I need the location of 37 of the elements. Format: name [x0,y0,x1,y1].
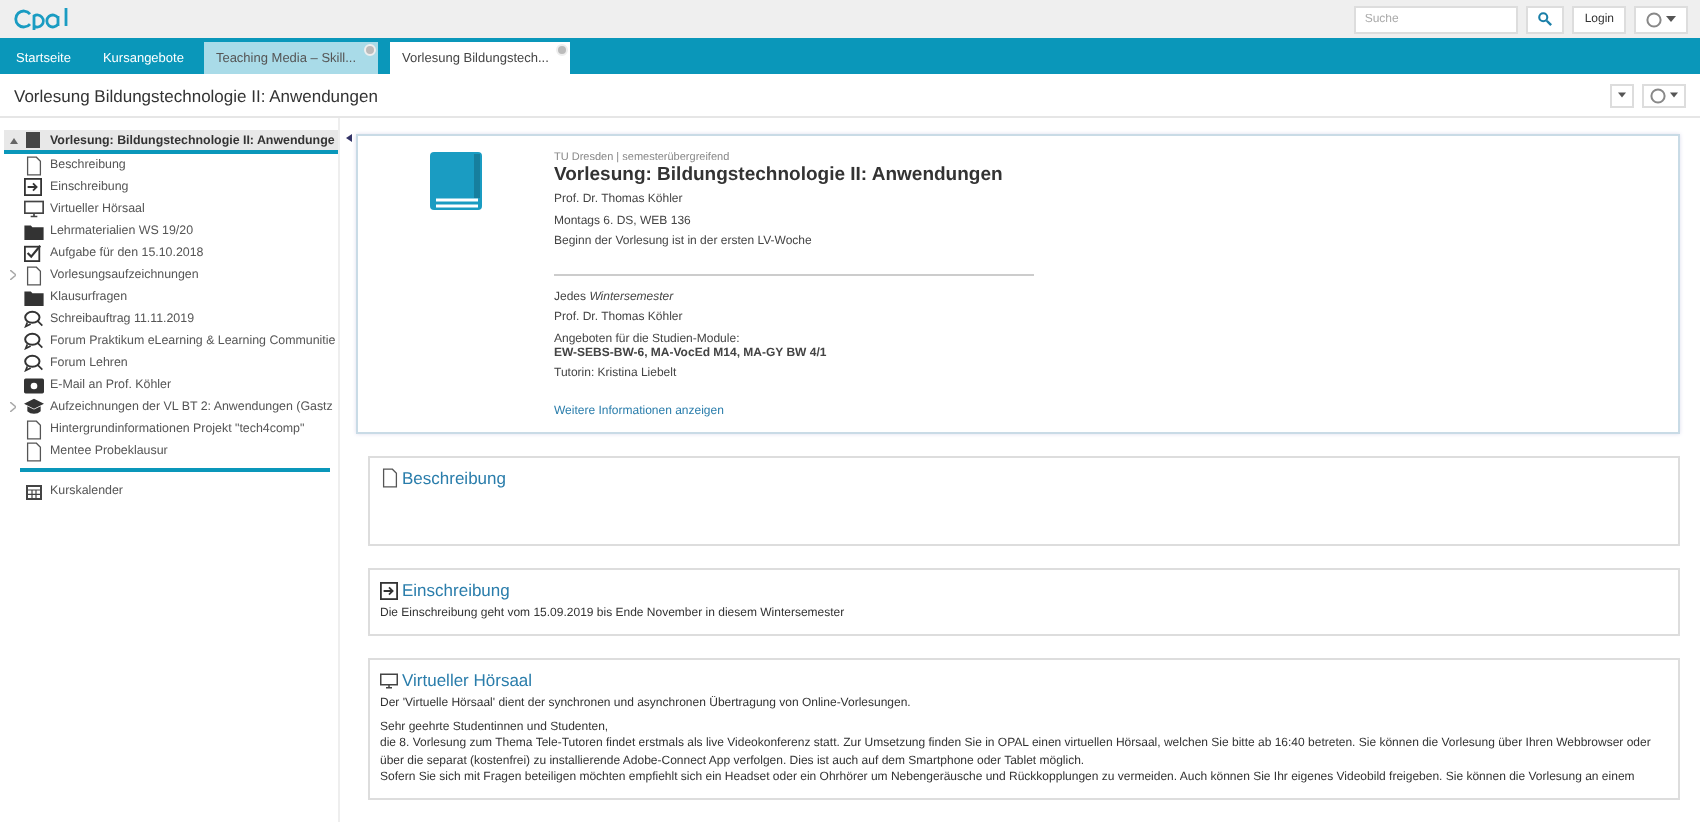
folder-icon [22,289,44,305]
help-icon [1650,87,1666,103]
calendar-icon [22,483,44,499]
section-title-link[interactable]: Virtueller Hörsaal [402,670,533,691]
help-icon [1646,11,1662,27]
monitor-icon [22,200,44,218]
checkbox-icon [22,244,44,262]
enter-icon [380,581,398,599]
search-icon [1538,12,1553,26]
graduation-cap-icon [22,398,44,416]
caret-icon [1670,92,1678,98]
collapse-caret-icon[interactable] [4,137,22,143]
folder-icon [22,223,44,239]
collapse-sidebar-icon[interactable] [345,134,351,148]
help-menu-button[interactable] [1642,83,1686,107]
chat-bubble-icon [22,310,44,328]
search-button[interactable] [1526,5,1565,33]
course-title: Vorlesung: Bildungstechnologie II: Anwendungen [554,164,1005,186]
document-icon [380,468,398,488]
dropdown-button[interactable] [1610,83,1634,107]
document-icon [22,155,44,175]
help-menu-button[interactable] [1634,5,1688,33]
caret-icon [1666,16,1676,22]
document-icon [22,441,44,461]
document-icon [22,265,44,285]
section-title-link[interactable]: Einschreibung [402,580,510,600]
document-icon [22,419,44,439]
chat-bubble-icon [22,332,44,350]
monitor-icon [380,671,398,690]
expand-caret-icon[interactable] [10,270,16,280]
section-title-link[interactable]: Beschreibung [402,468,506,488]
chat-bubble-icon [22,354,44,372]
enter-icon [22,178,44,196]
caret-icon [1618,92,1626,98]
expand-caret-icon[interactable] [10,402,16,412]
close-icon[interactable] [556,44,569,56]
page-title: Vorlesung Bildungstechnologie II: Anwendungen [14,85,378,105]
